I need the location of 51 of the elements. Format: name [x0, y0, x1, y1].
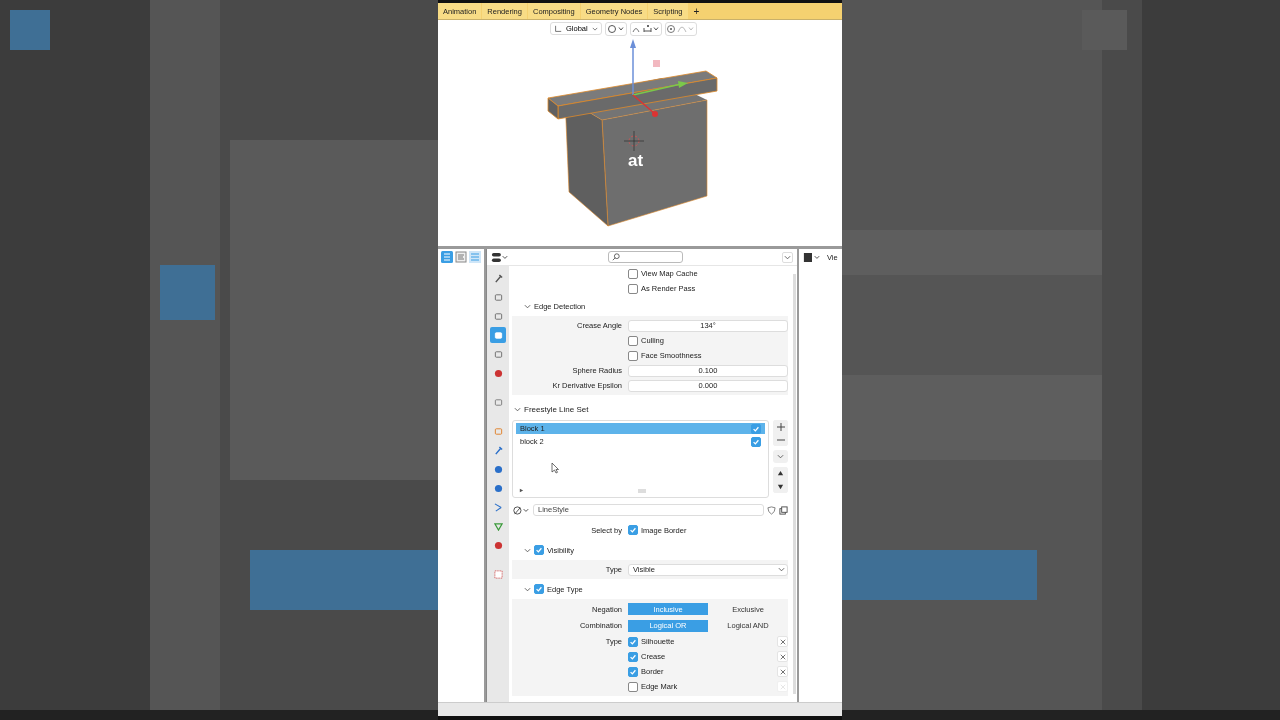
- axes-icon: [554, 24, 562, 33]
- image-icon[interactable]: [490, 327, 506, 343]
- search-field[interactable]: [608, 251, 683, 263]
- document-icon[interactable]: [455, 251, 467, 263]
- checkbox[interactable]: [628, 636, 638, 647]
- chevron-icon[interactable]: [524, 585, 531, 593]
- mouse-cursor-icon: [551, 462, 559, 474]
- checkbox[interactable]: [628, 283, 638, 294]
- checkbox[interactable]: [534, 545, 544, 555]
- chevron-icon[interactable]: [778, 566, 785, 573]
- search-icon: [612, 253, 620, 261]
- add-button[interactable]: [773, 420, 788, 433]
- subtitle-caption: at: [628, 151, 644, 171]
- expand-triangle-icon[interactable]: [519, 488, 524, 493]
- checkbox[interactable]: [628, 335, 638, 346]
- editor-type-icon[interactable]: [803, 252, 821, 263]
- up-triangle-icon: [777, 470, 784, 477]
- brush-icon[interactable]: [512, 504, 530, 516]
- list-icon[interactable]: [441, 251, 453, 263]
- exclude-toggle[interactable]: [777, 651, 788, 662]
- checkbox[interactable]: [751, 436, 761, 447]
- plus-icon: [776, 422, 785, 431]
- duplicate-icon[interactable]: [779, 505, 788, 515]
- exclude-toggle[interactable]: [777, 636, 788, 647]
- checkbox[interactable]: [628, 350, 638, 361]
- checkbox[interactable]: [628, 666, 638, 677]
- panel-header[interactable]: Freestyle Line Set: [514, 404, 589, 414]
- checkbox[interactable]: [628, 651, 638, 662]
- chevron-icon: [591, 25, 598, 32]
- checkbox[interactable]: [628, 681, 638, 692]
- resize-grip-icon[interactable]: [638, 489, 647, 493]
- down-triangle-icon: [777, 483, 784, 490]
- snap-icon[interactable]: [629, 22, 662, 36]
- chevron-icon[interactable]: [524, 546, 531, 554]
- crosshair-icon: [623, 130, 645, 152]
- transform-gizmo-icon[interactable]: [630, 39, 688, 117]
- editor-type-icon[interactable]: [491, 251, 509, 263]
- chevron-icon[interactable]: [514, 405, 521, 413]
- shield-icon[interactable]: [767, 505, 776, 515]
- exclude-toggle[interactable]: [777, 666, 788, 677]
- checkbox[interactable]: [628, 525, 638, 535]
- proportional-icon[interactable]: [664, 22, 697, 36]
- lines-icon[interactable]: [469, 251, 481, 263]
- add-workspace-button[interactable]: +: [688, 3, 705, 19]
- pivot-icon[interactable]: [604, 22, 627, 36]
- exclude-toggle[interactable]: [777, 681, 788, 692]
- checkbox[interactable]: [751, 423, 761, 434]
- chevron-icon[interactable]: [524, 302, 531, 310]
- chevron-icon[interactable]: [777, 453, 784, 460]
- checkbox[interactable]: [534, 584, 544, 594]
- checkbox[interactable]: [628, 268, 638, 279]
